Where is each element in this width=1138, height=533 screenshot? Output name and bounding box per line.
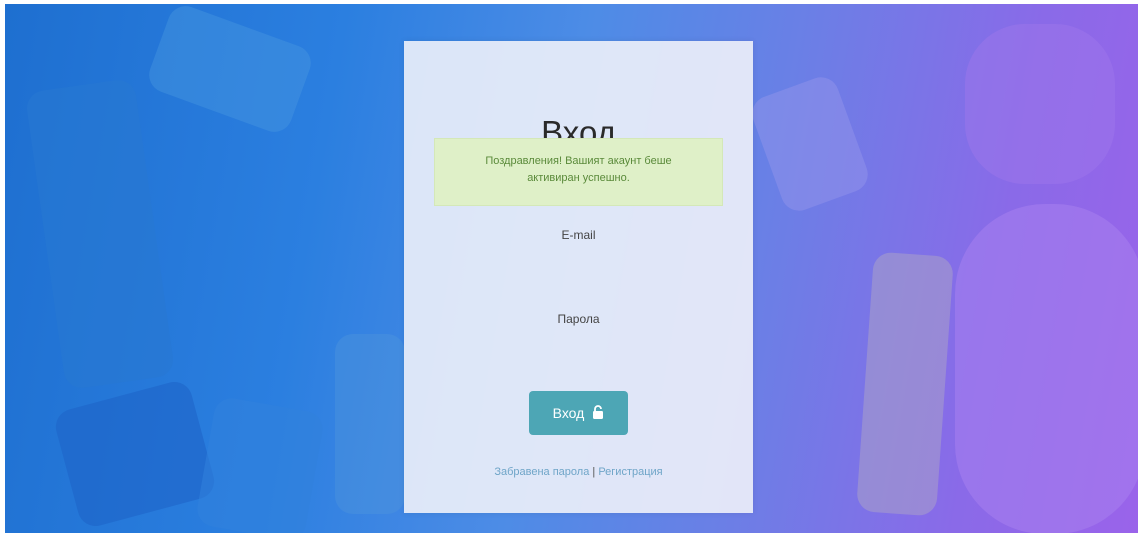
email-field[interactable] [434,249,727,281]
login-card: Вход Поздравления! Вашият акаунт беше ак… [404,41,753,513]
forgot-password-link[interactable]: Забравена парола [494,466,589,478]
bg-block [51,377,219,531]
bg-block [24,77,176,391]
bg-block [335,334,405,514]
login-button[interactable]: Вход [529,391,628,435]
bg-block [747,72,873,216]
email-label: E-mail [561,228,596,242]
bg-block [144,4,316,137]
auth-links: Забравена парола | Регистрация [404,466,753,478]
password-label: Парола [557,312,600,326]
bg-block [955,204,1138,533]
link-separator: | [592,466,596,478]
login-button-label: Вход [552,405,585,421]
unlock-icon [592,404,604,422]
bg-block [194,395,326,533]
password-field[interactable] [434,333,727,365]
success-alert: Поздравления! Вашият акаунт беше активир… [434,138,723,206]
bg-block [965,24,1115,184]
login-page: Вход Поздравления! Вашият акаунт беше ак… [0,0,1138,533]
register-link[interactable]: Регистрация [598,466,662,478]
bg-block [856,251,954,517]
